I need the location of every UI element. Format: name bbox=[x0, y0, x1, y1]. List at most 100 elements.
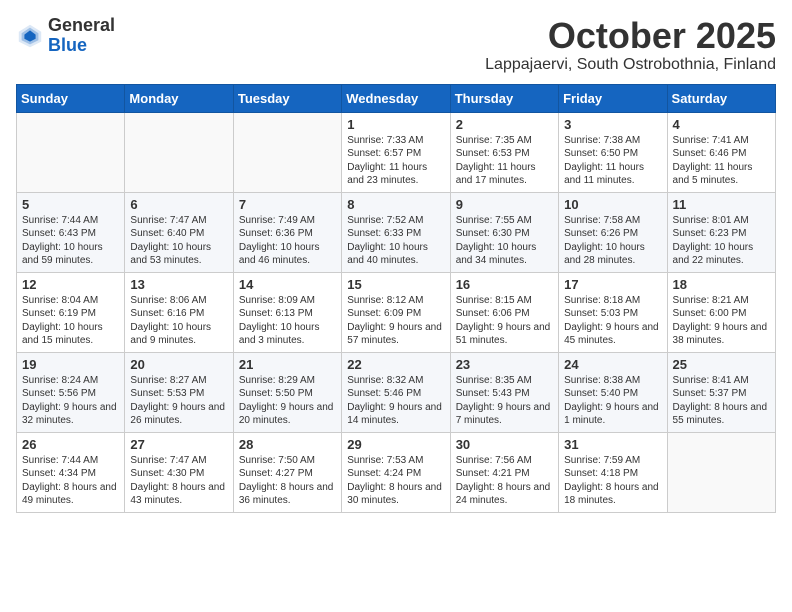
day-info: Sunrise: 8:01 AM Sunset: 6:23 PM Dayligh… bbox=[673, 214, 770, 268]
calendar-cell: 14 Sunrise: 8:09 AM Sunset: 6:13 PM Dayli… bbox=[233, 272, 341, 352]
calendar-cell: 15Sunrise: 8:12 AM Sunset: 6:09 PM Dayli… bbox=[342, 272, 450, 352]
day-info: Sunrise: 7:35 AM Sunset: 6:53 PM Dayligh… bbox=[456, 134, 553, 188]
day-number: 7 bbox=[239, 197, 336, 212]
day-info: Sunrise: 7:53 AM Sunset: 4:24 PM Dayligh… bbox=[347, 454, 444, 508]
calendar-week-5: 26 Sunrise: 7:44 AM Sunset: 4:34 PM Dayli… bbox=[17, 432, 776, 512]
day-info: Sunrise: 7:52 AM Sunset: 6:33 PM Dayligh… bbox=[347, 214, 444, 268]
day-info: Sunrise: 8:09 AM Sunset: 6:13 PM Dayligh… bbox=[239, 294, 336, 348]
day-info: Sunrise: 8:38 AM Sunset: 5:40 PM Dayligh… bbox=[564, 374, 661, 428]
weekday-header-thursday: Thursday bbox=[450, 84, 558, 112]
calendar-week-1: 1Sunrise: 7:33 AM Sunset: 6:57 PM Daylig… bbox=[17, 112, 776, 192]
day-info: Sunrise: 7:50 AM Sunset: 4:27 PM Dayligh… bbox=[239, 454, 336, 508]
day-info: Sunrise: 7:55 AM Sunset: 6:30 PM Dayligh… bbox=[456, 214, 553, 268]
calendar-cell: 27 Sunrise: 7:47 AM Sunset: 4:30 PM Dayli… bbox=[125, 432, 233, 512]
day-number: 25 bbox=[673, 357, 770, 372]
calendar-cell bbox=[233, 112, 341, 192]
calendar-cell: 7 Sunrise: 7:49 AM Sunset: 6:36 PM Daylig… bbox=[233, 192, 341, 272]
day-number: 19 bbox=[22, 357, 119, 372]
day-number: 13 bbox=[130, 277, 227, 292]
calendar-cell: 9 Sunrise: 7:55 AM Sunset: 6:30 PM Daylig… bbox=[450, 192, 558, 272]
day-number: 27 bbox=[130, 437, 227, 452]
calendar-cell: 21 Sunrise: 8:29 AM Sunset: 5:50 PM Dayli… bbox=[233, 352, 341, 432]
day-info: Sunrise: 8:27 AM Sunset: 5:53 PM Dayligh… bbox=[130, 374, 227, 428]
day-info: Sunrise: 7:38 AM Sunset: 6:50 PM Dayligh… bbox=[564, 134, 661, 188]
calendar-cell: 6 Sunrise: 7:47 AM Sunset: 6:40 PM Daylig… bbox=[125, 192, 233, 272]
weekday-header-sunday: Sunday bbox=[17, 84, 125, 112]
day-info: Sunrise: 8:24 AM Sunset: 5:56 PM Dayligh… bbox=[22, 374, 119, 428]
day-info: Sunrise: 7:47 AM Sunset: 4:30 PM Dayligh… bbox=[130, 454, 227, 508]
page-header: General Blue October 2025 Lappajaervi, S… bbox=[16, 16, 776, 74]
day-number: 24 bbox=[564, 357, 661, 372]
day-number: 18 bbox=[673, 277, 770, 292]
day-number: 20 bbox=[130, 357, 227, 372]
day-info: Sunrise: 7:56 AM Sunset: 4:21 PM Dayligh… bbox=[456, 454, 553, 508]
calendar-cell: 3Sunrise: 7:38 AM Sunset: 6:50 PM Daylig… bbox=[559, 112, 667, 192]
calendar-cell: 10Sunrise: 7:58 AM Sunset: 6:26 PM Dayli… bbox=[559, 192, 667, 272]
logo-text: General Blue bbox=[48, 16, 115, 56]
day-info: Sunrise: 7:44 AM Sunset: 4:34 PM Dayligh… bbox=[22, 454, 119, 508]
calendar-cell: 8 Sunrise: 7:52 AM Sunset: 6:33 PM Daylig… bbox=[342, 192, 450, 272]
day-info: Sunrise: 7:58 AM Sunset: 6:26 PM Dayligh… bbox=[564, 214, 661, 268]
day-number: 16 bbox=[456, 277, 553, 292]
day-info: Sunrise: 8:32 AM Sunset: 5:46 PM Dayligh… bbox=[347, 374, 444, 428]
calendar-cell: 28 Sunrise: 7:50 AM Sunset: 4:27 PM Dayli… bbox=[233, 432, 341, 512]
day-info: Sunrise: 7:59 AM Sunset: 4:18 PM Dayligh… bbox=[564, 454, 661, 508]
calendar-cell: 29 Sunrise: 7:53 AM Sunset: 4:24 PM Dayli… bbox=[342, 432, 450, 512]
day-number: 2 bbox=[456, 117, 553, 132]
day-number: 4 bbox=[673, 117, 770, 132]
day-number: 26 bbox=[22, 437, 119, 452]
calendar-cell: 13 Sunrise: 8:06 AM Sunset: 6:16 PM Dayli… bbox=[125, 272, 233, 352]
calendar-cell: 20 Sunrise: 8:27 AM Sunset: 5:53 PM Dayli… bbox=[125, 352, 233, 432]
logo-icon bbox=[16, 22, 44, 50]
calendar-cell: 18Sunrise: 8:21 AM Sunset: 6:00 PM Dayli… bbox=[667, 272, 775, 352]
calendar-week-4: 19 Sunrise: 8:24 AM Sunset: 5:56 PM Dayli… bbox=[17, 352, 776, 432]
logo: General Blue bbox=[16, 16, 115, 56]
day-number: 9 bbox=[456, 197, 553, 212]
day-info: Sunrise: 8:15 AM Sunset: 6:06 PM Dayligh… bbox=[456, 294, 553, 348]
calendar-cell: 30Sunrise: 7:56 AM Sunset: 4:21 PM Dayli… bbox=[450, 432, 558, 512]
day-info: Sunrise: 8:35 AM Sunset: 5:43 PM Dayligh… bbox=[456, 374, 553, 428]
day-info: Sunrise: 7:33 AM Sunset: 6:57 PM Dayligh… bbox=[347, 134, 444, 188]
day-number: 31 bbox=[564, 437, 661, 452]
day-info: Sunrise: 7:47 AM Sunset: 6:40 PM Dayligh… bbox=[130, 214, 227, 268]
day-info: Sunrise: 8:06 AM Sunset: 6:16 PM Dayligh… bbox=[130, 294, 227, 348]
weekday-header-friday: Friday bbox=[559, 84, 667, 112]
weekday-header-row: SundayMondayTuesdayWednesdayThursdayFrid… bbox=[17, 84, 776, 112]
calendar: SundayMondayTuesdayWednesdayThursdayFrid… bbox=[16, 84, 776, 513]
day-number: 12 bbox=[22, 277, 119, 292]
calendar-cell bbox=[667, 432, 775, 512]
weekday-header-wednesday: Wednesday bbox=[342, 84, 450, 112]
day-number: 23 bbox=[456, 357, 553, 372]
day-number: 11 bbox=[673, 197, 770, 212]
calendar-cell: 16 Sunrise: 8:15 AM Sunset: 6:06 PM Dayli… bbox=[450, 272, 558, 352]
day-number: 22 bbox=[347, 357, 444, 372]
day-number: 15 bbox=[347, 277, 444, 292]
calendar-cell: 24 Sunrise: 8:38 AM Sunset: 5:40 PM Dayli… bbox=[559, 352, 667, 432]
month-title: October 2025 bbox=[485, 16, 776, 56]
day-number: 21 bbox=[239, 357, 336, 372]
calendar-cell: 23 Sunrise: 8:35 AM Sunset: 5:43 PM Dayli… bbox=[450, 352, 558, 432]
day-info: Sunrise: 8:04 AM Sunset: 6:19 PM Dayligh… bbox=[22, 294, 119, 348]
day-info: Sunrise: 8:41 AM Sunset: 5:37 PM Dayligh… bbox=[673, 374, 770, 428]
day-number: 6 bbox=[130, 197, 227, 212]
calendar-cell bbox=[17, 112, 125, 192]
calendar-cell: 26 Sunrise: 7:44 AM Sunset: 4:34 PM Dayli… bbox=[17, 432, 125, 512]
calendar-week-2: 5Sunrise: 7:44 AM Sunset: 6:43 PM Daylig… bbox=[17, 192, 776, 272]
day-number: 28 bbox=[239, 437, 336, 452]
calendar-cell: 5Sunrise: 7:44 AM Sunset: 6:43 PM Daylig… bbox=[17, 192, 125, 272]
calendar-cell: 12 Sunrise: 8:04 AM Sunset: 6:19 PM Dayli… bbox=[17, 272, 125, 352]
calendar-cell: 22 Sunrise: 8:32 AM Sunset: 5:46 PM Dayli… bbox=[342, 352, 450, 432]
day-info: Sunrise: 8:29 AM Sunset: 5:50 PM Dayligh… bbox=[239, 374, 336, 428]
day-info: Sunrise: 7:49 AM Sunset: 6:36 PM Dayligh… bbox=[239, 214, 336, 268]
day-number: 17 bbox=[564, 277, 661, 292]
location-title: Lappajaervi, South Ostrobothnia, Finland bbox=[485, 56, 776, 74]
weekday-header-monday: Monday bbox=[125, 84, 233, 112]
day-number: 29 bbox=[347, 437, 444, 452]
day-number: 8 bbox=[347, 197, 444, 212]
calendar-cell: 4Sunrise: 7:41 AM Sunset: 6:46 PM Daylig… bbox=[667, 112, 775, 192]
day-number: 14 bbox=[239, 277, 336, 292]
day-info: Sunrise: 7:44 AM Sunset: 6:43 PM Dayligh… bbox=[22, 214, 119, 268]
calendar-cell: 2 Sunrise: 7:35 AM Sunset: 6:53 PM Daylig… bbox=[450, 112, 558, 192]
calendar-cell: 17Sunrise: 8:18 AM Sunset: 5:03 PM Dayli… bbox=[559, 272, 667, 352]
weekday-header-saturday: Saturday bbox=[667, 84, 775, 112]
